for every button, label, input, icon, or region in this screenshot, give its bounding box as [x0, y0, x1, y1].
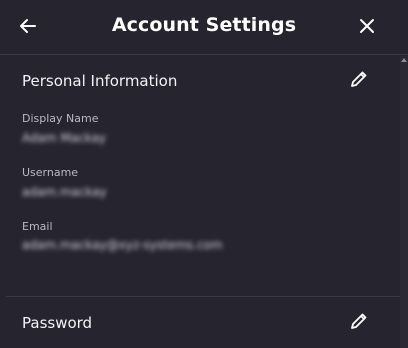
edit-password-button[interactable] [347, 311, 371, 335]
username-value: adam.mackay [22, 185, 107, 199]
email-value: adam.mackay@xyz-systems.com [22, 238, 223, 252]
header: Account Settings [0, 0, 408, 55]
account-settings-panel: Account Settings Personal Information Di… [0, 0, 408, 348]
pencil-icon [349, 311, 369, 335]
display-name-label: Display Name [22, 112, 99, 125]
email-label: Email [22, 220, 53, 233]
username-label: Username [22, 166, 79, 179]
scrollbar[interactable] [400, 56, 408, 348]
scroll-up-arrow-icon[interactable] [401, 58, 407, 62]
display-name-value: Adam Mackay [22, 131, 106, 145]
edit-personal-information-button[interactable] [347, 69, 371, 93]
password-title: Password [22, 314, 93, 332]
pencil-icon [349, 69, 369, 93]
personal-information-title: Personal Information [22, 72, 178, 90]
close-button[interactable] [355, 16, 379, 40]
section-divider [6, 296, 408, 297]
close-icon [358, 17, 376, 39]
page-title: Account Settings [111, 14, 297, 36]
